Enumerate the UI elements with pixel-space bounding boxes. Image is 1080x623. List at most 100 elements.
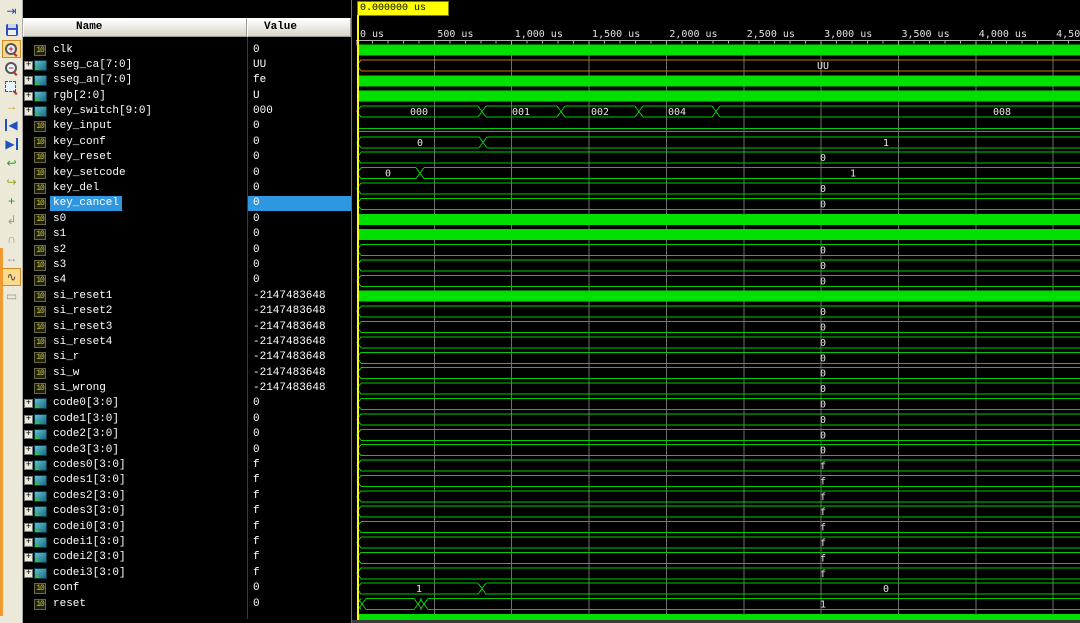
signal-row[interactable]: +codes2[3:0]f	[23, 489, 351, 504]
signal-name-label[interactable]: code3[3:0]	[50, 443, 122, 458]
signal-name-label[interactable]: reset	[50, 597, 89, 612]
zoom-in-icon[interactable]: +	[2, 40, 21, 58]
signal-row[interactable]: +code0[3:0]0	[23, 396, 351, 411]
save-icon[interactable]	[2, 21, 21, 39]
signal-row[interactable]: 10s40	[23, 273, 351, 288]
expander-plus-icon[interactable]: +	[24, 92, 33, 101]
signal-name-label[interactable]: key_input	[50, 119, 115, 134]
signal-name-label[interactable]: si_reset1	[50, 289, 115, 304]
signal-row[interactable]: 10key_conf0	[23, 135, 351, 150]
signal-name-label[interactable]: key_reset	[50, 150, 115, 165]
signal-row[interactable]: 10si_reset3-2147483648	[23, 320, 351, 335]
signal-name-label[interactable]: code1[3:0]	[50, 412, 122, 427]
expander-plus-icon[interactable]: +	[24, 476, 33, 485]
signal-row[interactable]: 10key_input0	[23, 119, 351, 134]
signal-name-label[interactable]: sseg_an[7:0]	[50, 73, 135, 88]
expander-plus-icon[interactable]: +	[24, 569, 33, 578]
measure-icon[interactable]: ↔	[2, 249, 21, 267]
signal-name-label[interactable]: s0	[50, 212, 69, 227]
signal-row[interactable]: 10si_reset2-2147483648	[23, 304, 351, 319]
pulse-edge-icon[interactable]: ∩	[2, 230, 21, 248]
prev-marker-icon[interactable]: ↩	[2, 154, 21, 172]
expander-plus-icon[interactable]: +	[24, 446, 33, 455]
signal-name-label[interactable]: codei3[3:0]	[50, 566, 129, 581]
signal-row[interactable]: +code3[3:0]0	[23, 443, 351, 458]
wave-window-icon[interactable]: ∿	[2, 268, 21, 286]
signal-row[interactable]: 10s00	[23, 212, 351, 227]
expander-plus-icon[interactable]: +	[24, 507, 33, 516]
expander-plus-icon[interactable]: +	[24, 107, 33, 116]
signal-name-label[interactable]: s4	[50, 273, 69, 288]
signal-row[interactable]: 10key_cancel0	[23, 196, 351, 211]
signal-name-label[interactable]: si_reset3	[50, 320, 115, 335]
next-marker-icon[interactable]: ↪	[2, 173, 21, 191]
signal-row[interactable]: +codes1[3:0]f	[23, 473, 351, 488]
signal-name-label[interactable]: code2[3:0]	[50, 427, 122, 442]
signal-name-label[interactable]: si_reset4	[50, 335, 115, 350]
signal-name-label[interactable]: si_r	[50, 350, 82, 365]
signal-row[interactable]: +codei3[3:0]f	[23, 566, 351, 581]
blank-icon[interactable]: ▭	[2, 287, 21, 305]
signal-name-label[interactable]: si_wrong	[50, 381, 109, 396]
signal-row[interactable]: +key_switch[9:0]000	[23, 104, 351, 119]
signal-row[interactable]: 10conf0	[23, 581, 351, 596]
next-edge-icon[interactable]: ▶	[2, 135, 21, 153]
expander-plus-icon[interactable]: +	[24, 415, 33, 424]
signal-name-label[interactable]: sseg_ca[7:0]	[50, 58, 135, 73]
signal-name-label[interactable]: si_reset2	[50, 304, 115, 319]
signal-name-label[interactable]: codei0[3:0]	[50, 520, 129, 535]
signal-name-label[interactable]: codes0[3:0]	[50, 458, 129, 473]
signal-row[interactable]: +codes0[3:0]f	[23, 458, 351, 473]
signal-row[interactable]: +sseg_an[7:0]fe	[23, 73, 351, 88]
signal-name-label[interactable]: key_conf	[50, 135, 109, 150]
signal-name-label[interactable]: codei1[3:0]	[50, 535, 129, 550]
signal-row[interactable]: 10s10	[23, 227, 351, 242]
signal-name-label[interactable]: codei2[3:0]	[50, 550, 129, 565]
signal-name-label[interactable]: s3	[50, 258, 69, 273]
expander-plus-icon[interactable]: +	[24, 461, 33, 470]
signal-name-label[interactable]: code0[3:0]	[50, 396, 122, 411]
signal-name-label[interactable]: codes2[3:0]	[50, 489, 129, 504]
signal-name-label[interactable]: si_w	[50, 366, 82, 381]
signal-name-label[interactable]: key_setcode	[50, 166, 129, 181]
waveform-canvas[interactable]: 0 us500 us1,000 us1,500 us2,000 us2,500 …	[352, 0, 1080, 623]
signal-row[interactable]: 10reset0	[23, 597, 351, 612]
signal-row[interactable]: +code2[3:0]0	[23, 427, 351, 442]
signal-row[interactable]: 10si_r-2147483648	[23, 350, 351, 365]
signal-name-label[interactable]: rgb[2:0]	[50, 89, 109, 104]
expander-plus-icon[interactable]: +	[24, 399, 33, 408]
signal-name-label[interactable]: s1	[50, 227, 69, 242]
signal-name-label[interactable]: codes3[3:0]	[50, 504, 129, 519]
signal-row[interactable]: +codei1[3:0]f	[23, 535, 351, 550]
expander-plus-icon[interactable]: +	[24, 61, 33, 70]
add-marker-icon[interactable]: +	[2, 192, 21, 210]
expander-plus-icon[interactable]: +	[24, 553, 33, 562]
goto-time-zero-icon[interactable]: →	[2, 97, 21, 115]
signal-row[interactable]: 10si_w-2147483648	[23, 366, 351, 381]
signal-name-label[interactable]: conf	[50, 581, 82, 596]
expander-plus-icon[interactable]: +	[24, 492, 33, 501]
waveform-panel[interactable]: 0.000000 us 0 us500 us1,000 us1,500 us2,…	[352, 0, 1080, 623]
signal-row[interactable]: +rgb[2:0]U	[23, 89, 351, 104]
signal-row[interactable]: 10s20	[23, 243, 351, 258]
signal-name-label[interactable]: s2	[50, 243, 69, 258]
signal-row[interactable]: +codei0[3:0]f	[23, 520, 351, 535]
signal-row[interactable]: 10si_wrong-2147483648	[23, 381, 351, 396]
dock-icon[interactable]: ⇥	[2, 2, 21, 20]
signal-row[interactable]: +codes3[3:0]f	[23, 504, 351, 519]
signal-row[interactable]: +code1[3:0]0	[23, 412, 351, 427]
expander-plus-icon[interactable]: +	[24, 523, 33, 532]
signal-row[interactable]: 10clk0	[23, 43, 351, 58]
expander-plus-icon[interactable]: +	[24, 76, 33, 85]
signal-row[interactable]: 10key_reset0	[23, 150, 351, 165]
signal-row[interactable]: +sseg_ca[7:0]UU	[23, 58, 351, 73]
signal-row[interactable]: 10key_setcode0	[23, 166, 351, 181]
expander-plus-icon[interactable]: +	[24, 430, 33, 439]
signal-name-label[interactable]: key_del	[50, 181, 102, 196]
signal-name-label[interactable]: codes1[3:0]	[50, 473, 129, 488]
zoom-full-icon[interactable]	[2, 78, 21, 96]
signal-row[interactable]: 10s30	[23, 258, 351, 273]
signal-row[interactable]: 10key_del0	[23, 181, 351, 196]
signal-name-label[interactable]: clk	[50, 43, 76, 58]
zoom-out-icon[interactable]: −	[2, 59, 21, 77]
